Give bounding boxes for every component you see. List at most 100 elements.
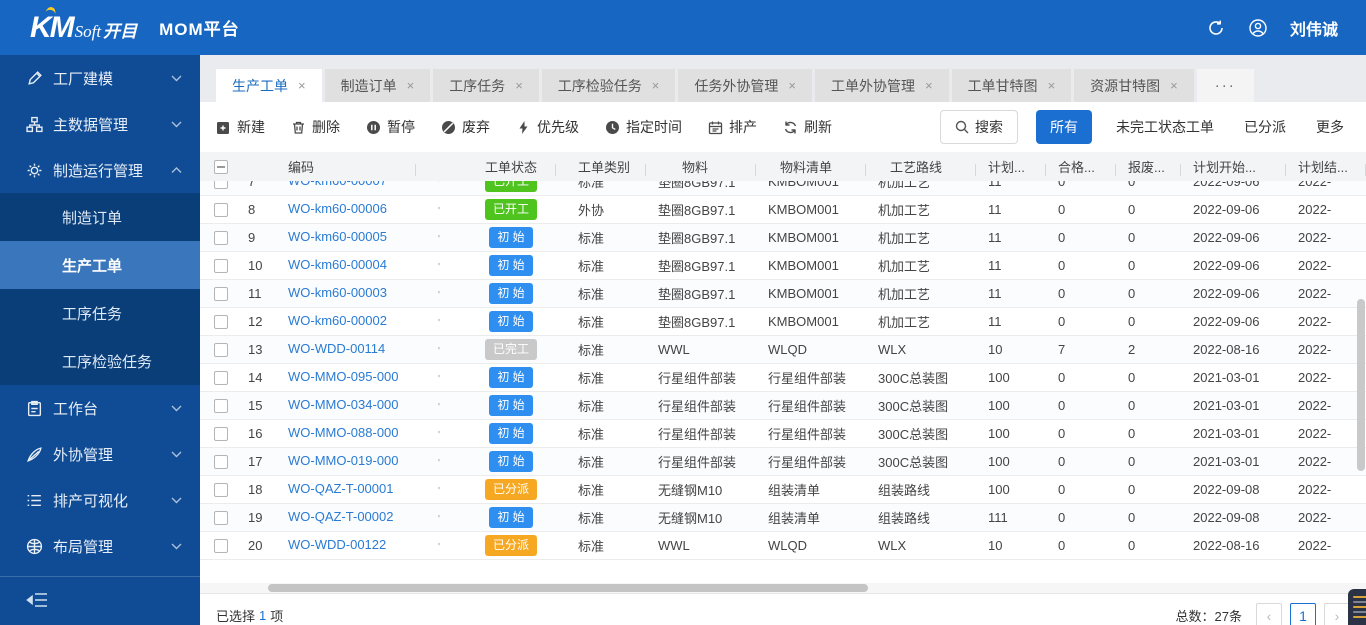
sidebar-subitem-inspection-tasks[interactable]: 工序检验任务: [0, 337, 200, 385]
sidebar-item-scheduling-visualization[interactable]: 排产可视化: [0, 477, 200, 523]
header-material[interactable]: 物料: [646, 157, 756, 176]
sidebar-item-manufacturing-ops[interactable]: 制造运行管理: [0, 147, 200, 193]
row-checkbox[interactable]: [214, 538, 228, 553]
tab[interactable]: 工序检验任务 ×: [541, 69, 676, 102]
row-checkbox[interactable]: [214, 510, 228, 525]
row-checkbox[interactable]: [214, 426, 228, 441]
row-checkbox[interactable]: [214, 398, 228, 413]
sidebar-item-factory-modeling[interactable]: 工厂建模: [0, 55, 200, 101]
floating-helper-widget[interactable]: [1348, 589, 1366, 625]
tab-close-icon[interactable]: ×: [407, 78, 415, 93]
row-checkbox[interactable]: [214, 454, 228, 469]
workorder-code-link[interactable]: WO-MMO-095-000: [288, 369, 399, 384]
select-all-checkbox[interactable]: [214, 159, 228, 174]
refresh-list-button[interactable]: 刷新: [783, 117, 832, 137]
workorder-code-link[interactable]: WO-km60-00005: [288, 229, 387, 244]
pause-button[interactable]: 暂停: [366, 117, 415, 137]
tab[interactable]: 制造订单 ×: [324, 69, 431, 102]
table-row[interactable]: 17 WO-MMO-019-000 ' 初 始 标准 行星组件部装 行星组件部装…: [200, 448, 1366, 476]
table-row[interactable]: 7 WO-km60-00007 ' 已开工 标准 垫圈8GB97.1 KMBOM…: [200, 181, 1366, 196]
row-checkbox[interactable]: [214, 342, 228, 357]
tab-overflow-button[interactable]: ···: [1196, 69, 1254, 102]
workorder-code-link[interactable]: WO-QAZ-T-00001: [288, 481, 393, 496]
header-route[interactable]: 工艺路线: [866, 157, 976, 176]
header-status[interactable]: 工单状态: [466, 157, 556, 176]
tab-close-icon[interactable]: ×: [925, 78, 933, 93]
row-checkbox[interactable]: [214, 314, 228, 329]
new-button[interactable]: 新建: [216, 117, 265, 137]
sidebar-item-outsourcing[interactable]: 外协管理: [0, 431, 200, 477]
page-number-button[interactable]: 1: [1290, 602, 1316, 625]
sidebar-item-workbench[interactable]: 工作台: [0, 385, 200, 431]
workorder-code-link[interactable]: WO-MMO-019-000: [288, 453, 399, 468]
user-avatar-icon[interactable]: [1248, 18, 1268, 38]
header-plan-start[interactable]: 计划开始...: [1181, 157, 1286, 176]
tab-close-icon[interactable]: ×: [515, 78, 523, 93]
workorder-code-link[interactable]: WO-QAZ-T-00002: [288, 509, 393, 524]
collapse-sidebar-icon[interactable]: [26, 591, 48, 609]
tab-close-icon[interactable]: ×: [788, 78, 796, 93]
filter-more[interactable]: 更多: [1310, 110, 1350, 144]
workorder-code-link[interactable]: WO-WDD-00114: [288, 341, 385, 356]
schedule-button[interactable]: 排产: [708, 117, 757, 137]
refresh-icon[interactable]: [1206, 18, 1226, 38]
tab[interactable]: 任务外协管理 ×: [678, 69, 812, 102]
workorder-code-link[interactable]: WO-km60-00007: [288, 181, 387, 188]
header-scrap-qty[interactable]: 报废...: [1116, 157, 1181, 176]
prev-page-button[interactable]: ‹: [1256, 602, 1282, 625]
sidebar-item-master-data[interactable]: 主数据管理: [0, 101, 200, 147]
row-checkbox[interactable]: [214, 286, 228, 301]
header-type[interactable]: 工单类别: [556, 157, 646, 176]
header-plan-qty[interactable]: 计划...: [976, 157, 1046, 176]
table-row[interactable]: 10 WO-km60-00004 ' 初 始 标准 垫圈8GB97.1 KMBO…: [200, 252, 1366, 280]
sidebar-subitem-production-workorders[interactable]: 生产工单: [0, 241, 200, 289]
table-row[interactable]: 12 WO-km60-00002 ' 初 始 标准 垫圈8GB97.1 KMBO…: [200, 308, 1366, 336]
tab-close-icon[interactable]: ×: [1048, 78, 1056, 93]
tab[interactable]: 生产工单 ×: [216, 69, 322, 102]
workorder-code-link[interactable]: WO-km60-00006: [288, 201, 387, 216]
filter-all[interactable]: 所有: [1036, 110, 1092, 144]
workorder-code-link[interactable]: WO-km60-00003: [288, 285, 387, 300]
row-checkbox[interactable]: [214, 202, 228, 217]
tab[interactable]: 工序任务 ×: [433, 69, 539, 102]
table-row[interactable]: 18 WO-QAZ-T-00001 ' 已分派 标准 无缝钢M10 组装清单 组…: [200, 476, 1366, 504]
row-checkbox[interactable]: [214, 181, 228, 189]
workorder-code-link[interactable]: WO-WDD-00122: [288, 537, 386, 552]
delete-button[interactable]: 删除: [291, 117, 340, 137]
header-plan-end[interactable]: 计划结...: [1286, 157, 1366, 176]
sidebar-subitem-operation-tasks[interactable]: 工序任务: [0, 289, 200, 337]
tab-close-icon[interactable]: ×: [652, 78, 660, 93]
priority-button[interactable]: 优先级: [516, 117, 579, 137]
table-row[interactable]: 19 WO-QAZ-T-00002 ' 初 始 标准 无缝钢M10 组装清单 组…: [200, 504, 1366, 532]
header-qualified-qty[interactable]: 合格...: [1046, 157, 1116, 176]
horizontal-scrollbar[interactable]: [268, 584, 868, 592]
sidebar-subitem-manufacturing-orders[interactable]: 制造订单: [0, 193, 200, 241]
table-row[interactable]: 16 WO-MMO-088-000 ' 初 始 标准 行星组件部装 行星组件部装…: [200, 420, 1366, 448]
tab[interactable]: 资源甘特图 ×: [1074, 69, 1194, 102]
filter-unfinished[interactable]: 未完工状态工单: [1110, 110, 1220, 144]
workorder-code-link[interactable]: WO-MMO-088-000: [288, 425, 399, 440]
table-row[interactable]: 13 WO-WDD-00114 ' 已完工 标准 WWL WLQD WLX 10…: [200, 336, 1366, 364]
table-row[interactable]: 15 WO-MMO-034-000 ' 初 始 标准 行星组件部装 行星组件部装…: [200, 392, 1366, 420]
row-checkbox[interactable]: [214, 230, 228, 245]
workorder-code-link[interactable]: WO-MMO-034-000: [288, 397, 399, 412]
tab[interactable]: 工单外协管理 ×: [814, 69, 949, 102]
table-row[interactable]: 9 WO-km60-00005 ' 初 始 标准 垫圈8GB97.1 KMBOM…: [200, 224, 1366, 252]
workorder-code-link[interactable]: WO-km60-00004: [288, 257, 387, 272]
table-row[interactable]: 8 WO-km60-00006 ' 已开工 外协 垫圈8GB97.1 KMBOM…: [200, 196, 1366, 224]
workorder-code-link[interactable]: WO-km60-00002: [288, 313, 387, 328]
header-bom[interactable]: 物料清单: [756, 157, 866, 176]
row-checkbox[interactable]: [214, 482, 228, 497]
tab[interactable]: 工单甘特图 ×: [951, 69, 1072, 102]
set-time-button[interactable]: 指定时间: [605, 117, 682, 137]
user-name[interactable]: 刘伟诚: [1290, 16, 1338, 40]
filter-dispatched[interactable]: 已分派: [1238, 110, 1292, 144]
row-checkbox[interactable]: [214, 258, 228, 273]
header-code[interactable]: 编码: [276, 157, 416, 176]
next-page-button[interactable]: ›: [1324, 602, 1350, 625]
vertical-scrollbar[interactable]: [1357, 299, 1365, 471]
sidebar-item-layout-management[interactable]: 布局管理: [0, 523, 200, 569]
table-row[interactable]: 11 WO-km60-00003 ' 初 始 标准 垫圈8GB97.1 KMBO…: [200, 280, 1366, 308]
row-checkbox[interactable]: [214, 370, 228, 385]
table-row[interactable]: 14 WO-MMO-095-000 ' 初 始 标准 行星组件部装 行星组件部装…: [200, 364, 1366, 392]
